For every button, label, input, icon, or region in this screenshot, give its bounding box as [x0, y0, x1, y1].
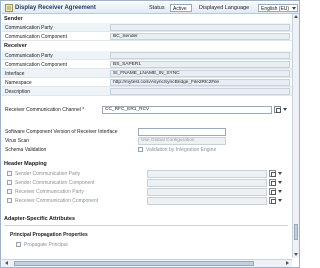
channel-field[interactable]: CC_RFC_ER1_RCV	[102, 106, 272, 114]
receiver-component-mapping-checkbox[interactable]	[7, 198, 12, 203]
propagate-principal-label: Propagate Principal	[24, 242, 68, 248]
vertical-scrollbar[interactable]	[292, 14, 299, 258]
receiver-agreement-window: Display Receiver Agreement Status Active…	[0, 0, 300, 268]
value-help-icon[interactable]	[274, 106, 281, 113]
status-field: Active	[170, 4, 192, 12]
principal-propagation-header: Principal Propagation Properties	[10, 232, 88, 238]
section-divider	[4, 225, 288, 226]
chevron-down-icon[interactable]	[277, 188, 283, 195]
horizontal-scrollbar[interactable]	[2, 259, 292, 267]
namespace-value: http://mytest.com/AsyncSyncBridge_File2R…	[110, 79, 290, 86]
chevron-down-icon[interactable]	[282, 106, 288, 113]
chevron-down-icon[interactable]	[277, 179, 283, 186]
description-row: Description	[2, 87, 292, 96]
receiver-party-label: Communication Party	[5, 53, 53, 59]
status-label: Status	[149, 5, 165, 11]
sender-party-mapping-field[interactable]	[147, 170, 267, 178]
receiver-header: Receiver	[4, 43, 27, 49]
sender-component-row: Communication Component BC_Sender	[2, 32, 292, 41]
sender-component-value: BC_Sender	[110, 33, 290, 40]
receiver-component-row: Communication Component BS_SAPER1	[2, 60, 292, 69]
scroll-right-icon[interactable]	[286, 261, 289, 265]
interface-value: SI_FNAME_LNAME_IN_SYNC	[110, 70, 290, 77]
sender-party-mapping-label: Sender Communication Party	[15, 171, 81, 177]
adapter-attributes-header: Adapter-Specific Attributes	[4, 216, 76, 222]
chevron-down-icon	[292, 7, 296, 10]
receiver-component-mapping-field[interactable]	[147, 197, 267, 205]
language-select-value: English (EU)	[261, 6, 290, 12]
language-label: Displayed Language	[199, 5, 250, 11]
sender-party-value	[110, 24, 290, 31]
propagate-principal-checkbox[interactable]	[16, 242, 21, 247]
schema-validation-option: Validation by Integration Engine	[146, 147, 217, 153]
chevron-down-icon[interactable]	[277, 170, 283, 177]
agreement-form: Sender Communication Party Communication…	[2, 14, 292, 258]
sender-component-mapping-checkbox[interactable]	[7, 180, 12, 185]
namespace-row: Namespace http://mytest.com/AsyncSyncBri…	[2, 78, 292, 87]
agreement-icon	[5, 4, 13, 12]
chevron-down-icon[interactable]	[277, 197, 283, 204]
receiver-party-mapping-checkbox[interactable]	[7, 189, 12, 194]
channel-label: Receiver Communication Channel *	[5, 107, 85, 113]
receiver-party-mapping-field[interactable]	[147, 188, 267, 196]
sender-party-row: Communication Party	[2, 23, 292, 32]
receiver-component-mapping-label: Receiver Communication Component	[15, 198, 99, 204]
schema-validation-checkbox[interactable]	[138, 147, 143, 152]
scroll-up-icon[interactable]	[294, 15, 298, 18]
virus-scan-label: Virus Scan	[5, 138, 30, 144]
interface-label: Interface	[5, 71, 25, 77]
virus-scan-select[interactable]: Use Global Configuration	[138, 137, 226, 145]
namespace-label: Namespace	[5, 80, 32, 86]
header-mapping-header: Header Mapping	[4, 161, 47, 167]
description-label: Description	[5, 89, 31, 95]
receiver-party-mapping-label: Receiver Communication Party	[15, 189, 84, 195]
sender-component-label: Communication Component	[5, 34, 67, 40]
swcv-label: Software Component Version of Receiver I…	[5, 129, 118, 135]
language-select[interactable]: English (EU)	[258, 4, 298, 12]
scroll-down-icon[interactable]	[294, 253, 298, 256]
interface-row: Interface SI_FNAME_LNAME_IN_SYNC	[2, 69, 292, 78]
description-value	[110, 88, 290, 95]
scroll-left-icon[interactable]	[5, 261, 8, 265]
receiver-component-label: Communication Component	[5, 62, 67, 68]
sender-component-mapping-label: Sender Communication Component	[15, 180, 95, 186]
scroll-thumb[interactable]	[14, 261, 254, 266]
window-title: Display Receiver Agreement	[15, 5, 96, 11]
swcv-field[interactable]	[138, 128, 226, 136]
schema-validation-label: Schema Validation	[5, 147, 47, 153]
scroll-thumb[interactable]	[294, 224, 298, 240]
sender-party-label: Communication Party	[5, 25, 53, 31]
receiver-party-row: Communication Party	[2, 51, 292, 60]
sender-component-mapping-field[interactable]	[147, 179, 267, 187]
sender-party-mapping-checkbox[interactable]	[7, 171, 12, 176]
value-help-icon[interactable]	[269, 179, 276, 186]
sender-header: Sender	[4, 16, 23, 22]
receiver-component-value: BS_SAPER1	[110, 61, 290, 68]
value-help-icon[interactable]	[269, 170, 276, 177]
receiver-party-value	[110, 52, 290, 59]
value-help-icon[interactable]	[269, 188, 276, 195]
title-bar: Display Receiver Agreement Status Active…	[2, 2, 299, 14]
value-help-icon[interactable]	[269, 197, 276, 204]
